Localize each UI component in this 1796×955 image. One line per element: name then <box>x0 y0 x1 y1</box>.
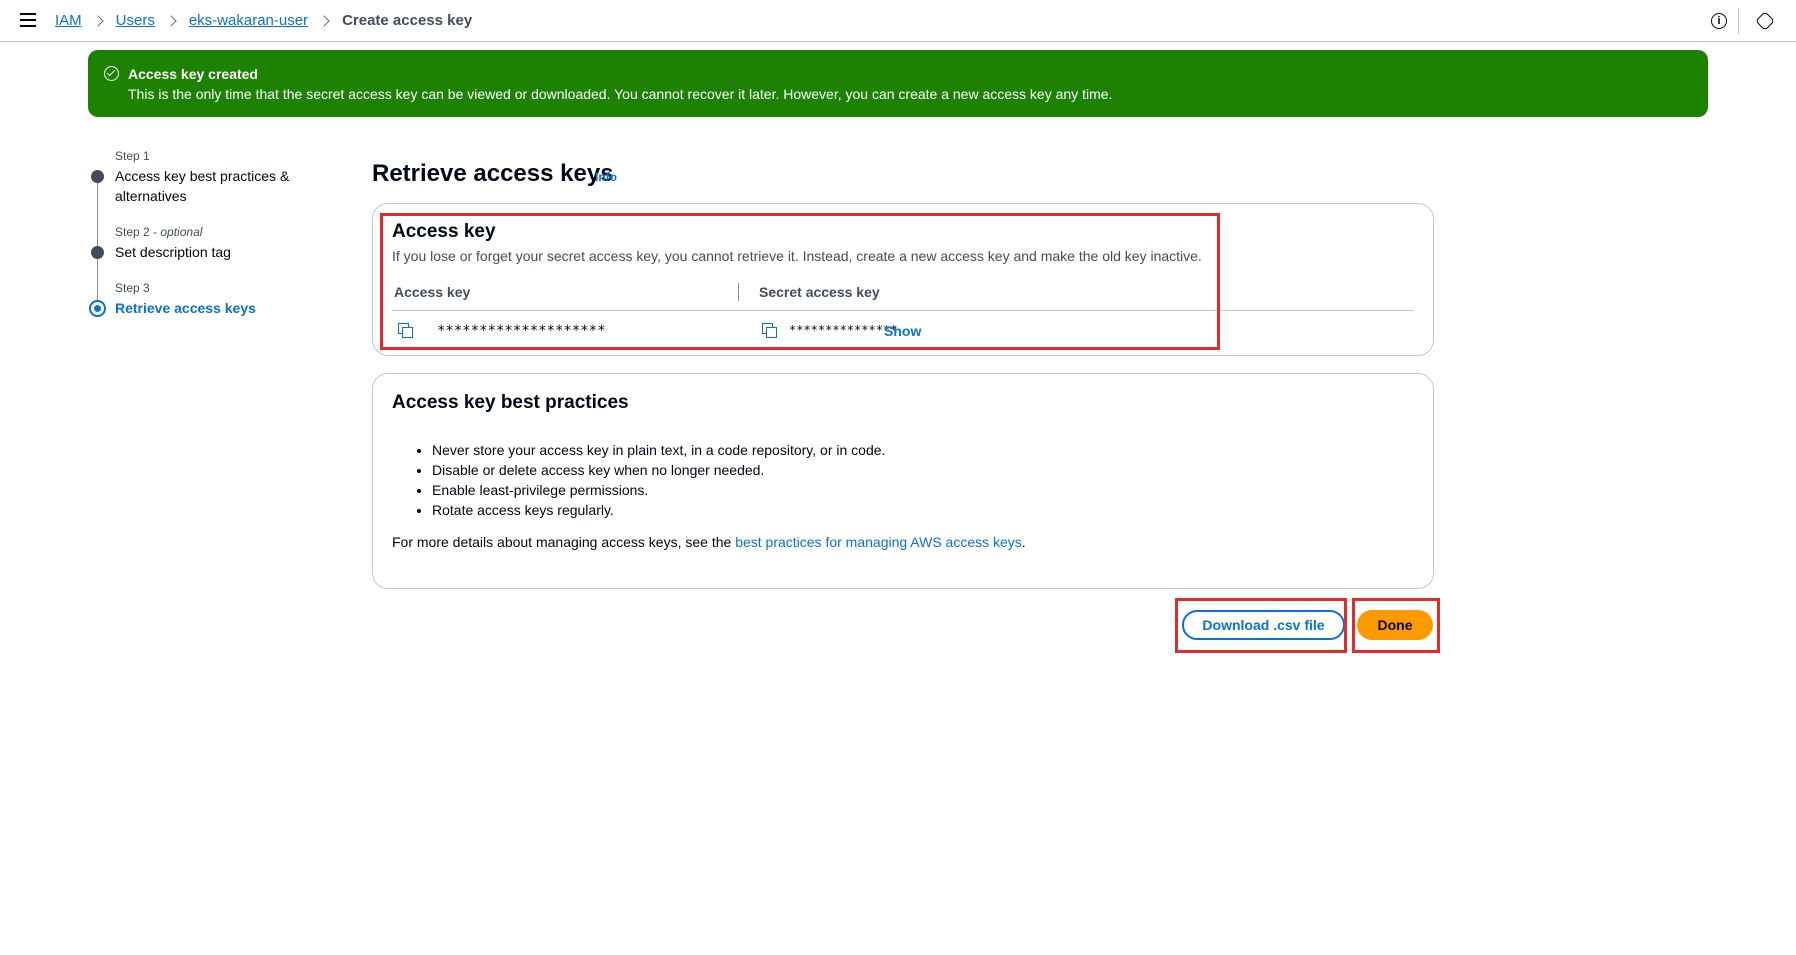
step-2-title[interactable]: Set description tag <box>115 242 315 262</box>
show-secret-key-link[interactable]: Show <box>884 323 921 339</box>
list-item: Never store your access key in plain tex… <box>432 440 885 460</box>
chevron-right-icon <box>165 14 177 27</box>
copy-secret-key-icon[interactable] <box>762 323 778 339</box>
list-item: Rotate access keys regularly. <box>432 500 885 520</box>
hamburger-menu-icon[interactable] <box>20 13 36 27</box>
best-practices-heading: Access key best practices <box>392 392 629 413</box>
more-details-prefix: For more details about managing access k… <box>392 534 736 550</box>
top-navigation-bar: IAM Users eks-wakaran-user Create access… <box>0 0 1796 42</box>
breadcrumb-iam[interactable]: IAM <box>55 12 82 29</box>
page-title: Retrieve access keys <box>372 160 614 187</box>
step-2-label-text: Step 2 <box>115 225 150 239</box>
download-csv-button[interactable]: Download .csv file <box>1182 610 1345 640</box>
step-2-optional: optional <box>160 225 203 239</box>
more-details-text: For more details about managing access k… <box>392 534 1026 550</box>
step-3-label: Step 3 <box>115 281 150 295</box>
step-2-dot <box>91 246 104 259</box>
copy-access-key-icon[interactable] <box>398 323 414 339</box>
access-key-description: If you lose or forget your secret access… <box>392 248 1202 264</box>
settings-icon[interactable] <box>1755 11 1775 31</box>
secret-key-value: *************** <box>789 323 898 337</box>
step-3-active-dot <box>89 300 106 317</box>
breadcrumb-users[interactable]: Users <box>116 12 155 29</box>
access-key-value: ******************** <box>437 323 606 339</box>
column-divider <box>738 283 739 301</box>
best-practices-link[interactable]: best practices for managing AWS access k… <box>735 534 1022 550</box>
info-icon[interactable]: i <box>1711 13 1727 29</box>
success-check-icon <box>104 66 119 81</box>
access-key-heading: Access key <box>392 221 496 242</box>
step-2-label: Step 2 - optional <box>115 225 203 239</box>
list-item: Disable or delete access key when no lon… <box>432 460 885 480</box>
breadcrumb-user[interactable]: eks-wakaran-user <box>189 12 308 29</box>
step-1-title[interactable]: Access key best practices & alternatives <box>115 166 315 206</box>
info-link[interactable]: Info <box>595 170 617 184</box>
step-3-title: Retrieve access keys <box>115 300 256 316</box>
best-practices-list: Never store your access key in plain tex… <box>432 440 885 520</box>
flash-text: This is the only time that the secret ac… <box>128 86 1113 102</box>
table-header-divider <box>392 310 1414 311</box>
done-button[interactable]: Done <box>1357 610 1433 640</box>
breadcrumb: IAM Users eks-wakaran-user Create access… <box>55 12 472 29</box>
list-item: Enable least-privilege permissions. <box>432 480 885 500</box>
breadcrumb-current: Create access key <box>342 12 473 29</box>
chevron-right-icon <box>92 14 104 27</box>
step-1-dot <box>91 170 104 183</box>
success-flash-banner: Access key created This is the only time… <box>88 50 1708 117</box>
step-1-label: Step 1 <box>115 149 150 163</box>
topbar-divider <box>1738 8 1739 34</box>
flash-title: Access key created <box>128 66 258 82</box>
more-details-suffix: . <box>1021 534 1026 550</box>
chevron-right-icon <box>318 14 330 27</box>
step-connector <box>97 178 98 252</box>
column-header-access-key: Access key <box>394 284 471 300</box>
column-header-secret-key: Secret access key <box>759 284 880 300</box>
